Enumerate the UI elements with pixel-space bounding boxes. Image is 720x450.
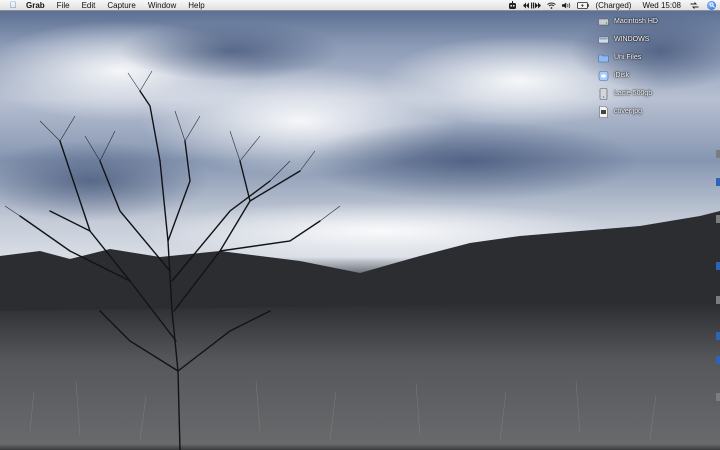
menu-edit[interactable]: Edit (76, 0, 102, 11)
wifi-icon[interactable] (547, 0, 557, 11)
menu-extras: (Charged) Wed 15:08 (505, 0, 720, 11)
desktop-icon-uni-files[interactable]: Uni Files (598, 48, 690, 66)
media-controls-icon[interactable] (523, 0, 542, 11)
menu-capture[interactable]: Capture (101, 0, 141, 11)
image-file-icon (598, 105, 609, 118)
desktop-icon-label: iDisk (614, 71, 630, 79)
menu-bar:  Grab File Edit Capture Window Help (0, 0, 720, 11)
desktop-icon-macintosh-hd[interactable]: Macintosh HD (598, 12, 690, 30)
desktop-icon-label: Lacie 500gb (614, 89, 653, 97)
external-drive-icon (598, 87, 609, 100)
desktop-icon-label: WINDOWS (614, 35, 650, 43)
desktop-icon-column: Macintosh HD WINDOWS Uni Files iDisk Lac… (598, 12, 690, 120)
hard-drive-icon (598, 15, 609, 27)
edge-window-marker[interactable] (716, 356, 720, 364)
edge-window-marker[interactable] (716, 262, 720, 270)
sync-icon[interactable] (690, 0, 699, 11)
desktop-screen:  Grab File Edit Capture Window Help (0, 0, 720, 450)
menu-file[interactable]: File (51, 0, 76, 11)
robot-menu-icon[interactable] (508, 0, 517, 11)
desktop-icon-windows[interactable]: WINDOWS (598, 30, 690, 48)
edge-window-marker[interactable] (716, 178, 720, 186)
folder-icon (598, 51, 609, 63)
apple-menu-icon[interactable]:  (8, 0, 18, 11)
edge-window-marker[interactable] (716, 296, 720, 304)
edge-window-marker[interactable] (716, 393, 720, 401)
desktop-icon-label: cover.jpg (614, 107, 643, 115)
bottom-shadow (0, 444, 720, 450)
menu-window[interactable]: Window (142, 0, 182, 11)
desktop-icon-label: Uni Files (614, 53, 642, 61)
hard-drive-icon (598, 33, 609, 45)
edge-window-marker[interactable] (716, 215, 720, 223)
desktop-icon-idisk[interactable]: iDisk (598, 66, 690, 84)
edge-window-marker[interactable] (716, 332, 720, 340)
edge-window-marker[interactable] (716, 150, 720, 158)
menu-help[interactable]: Help (182, 0, 210, 11)
desktop-icon-lacie[interactable]: Lacie 500gb (598, 84, 690, 102)
battery-icon[interactable] (577, 0, 590, 11)
menu-app-grab[interactable]: Grab (26, 0, 51, 11)
desktop-icon-cover-jpg[interactable]: cover.jpg (598, 102, 690, 120)
volume-icon[interactable] (562, 0, 571, 11)
spotlight-search-icon[interactable] (707, 0, 716, 10)
desktop-icon-label: Macintosh HD (614, 17, 658, 25)
menubar-clock[interactable]: Wed 15:08 (642, 0, 681, 11)
battery-status-text[interactable]: (Charged) (595, 0, 631, 11)
idisk-icon (598, 69, 609, 81)
